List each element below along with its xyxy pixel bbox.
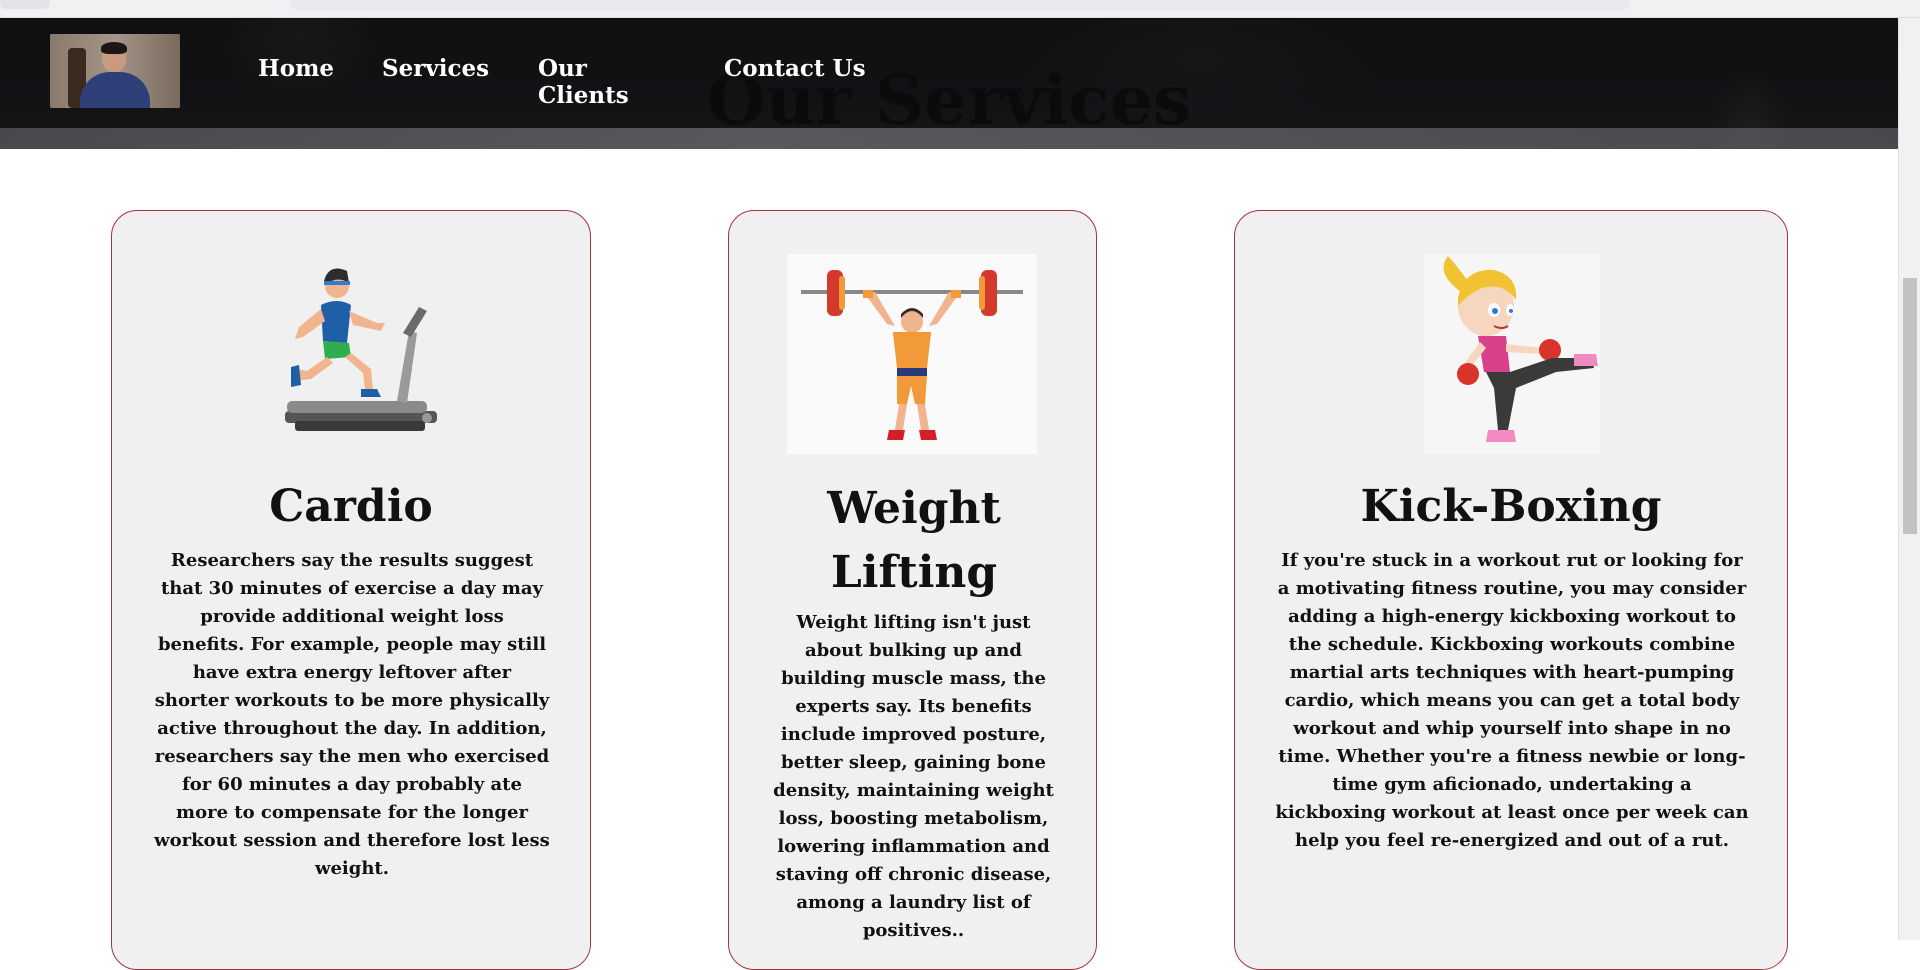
card-description: Researchers say the results suggest that… — [154, 550, 550, 879]
card-title: Weight Lifting — [827, 483, 1001, 598]
scrollbar-thumb[interactable] — [1903, 278, 1917, 534]
weightlifter-icon — [787, 254, 1037, 454]
card-description: If you're stuck in a workout rut or look… — [1275, 550, 1749, 851]
treadmill-runner-icon — [285, 268, 437, 431]
card-title: Kick-Boxing — [1360, 481, 1662, 532]
logo[interactable] — [50, 34, 180, 108]
browser-chrome-strip — [0, 0, 1920, 18]
address-bar[interactable] — [290, 0, 1630, 11]
nav-services-link[interactable]: Services — [382, 55, 489, 82]
vertical-scrollbar[interactable] — [1898, 17, 1920, 940]
service-card-kick-boxing: Kick-Boxing If you're stuck in a workout… — [1234, 210, 1788, 970]
nav-contact-us-link[interactable]: Contact Us — [724, 55, 866, 82]
nav-our-clients-link[interactable]: Our Clients — [538, 55, 629, 109]
navbar: Home Services Our Clients Contact Us — [0, 17, 1898, 128]
browser-tab[interactable] — [0, 0, 50, 9]
kickboxer-icon — [1424, 254, 1600, 454]
card-title: Cardio — [269, 481, 433, 532]
card-description: Weight lifting isn't just about bulking … — [773, 612, 1054, 941]
service-card-weight-lifting: Weight Lifting Weight lifting isn't just… — [728, 210, 1097, 970]
service-card-cardio: Cardio Researchers say the results sugge… — [111, 210, 591, 970]
nav-home-link[interactable]: Home — [258, 55, 334, 82]
